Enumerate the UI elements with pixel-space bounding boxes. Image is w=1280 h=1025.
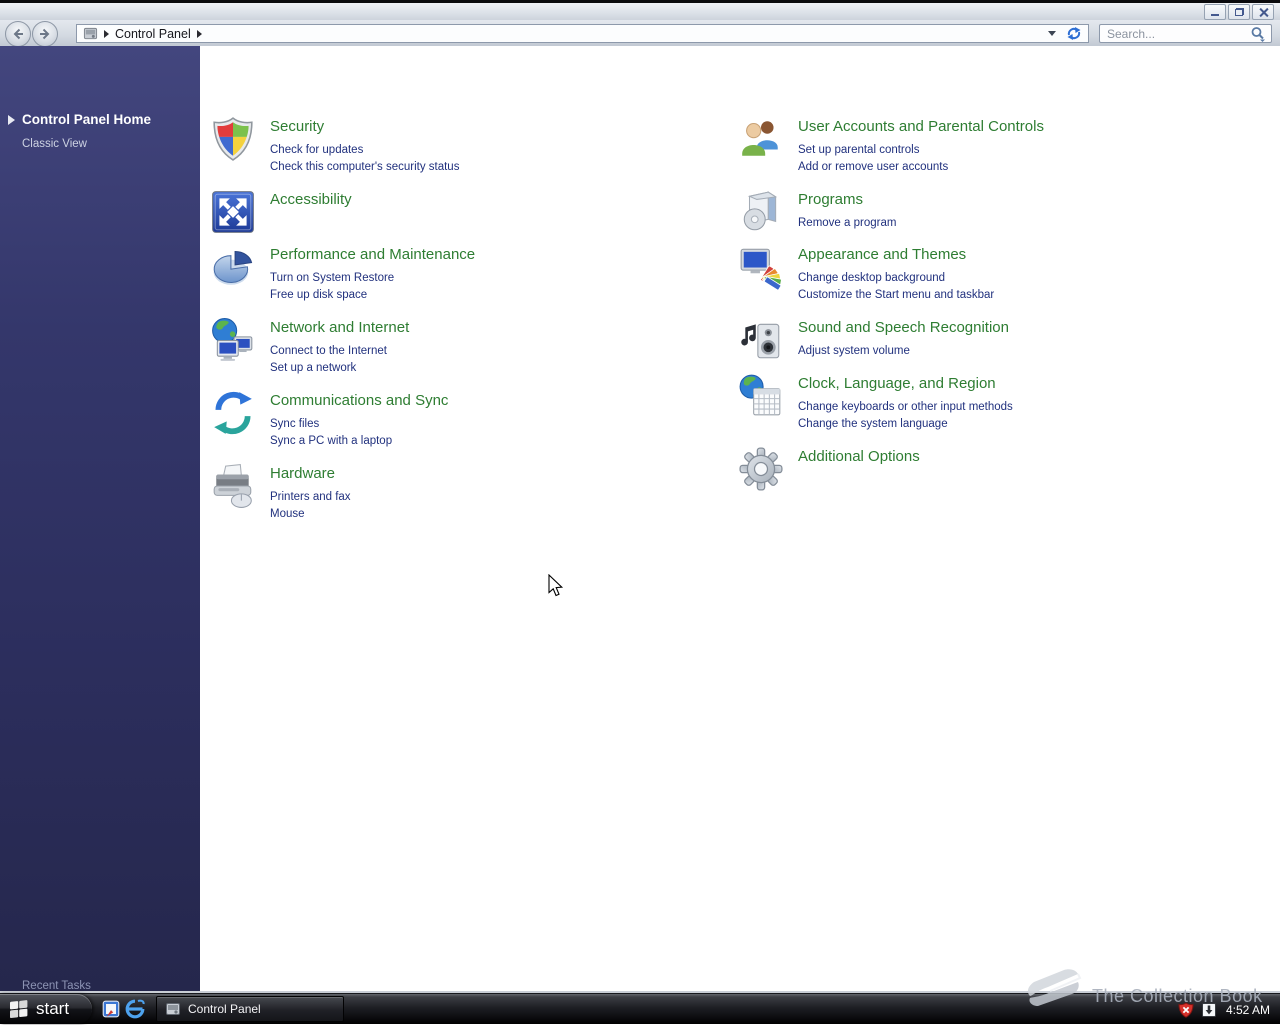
quick-launch-app-icon[interactable]: [101, 999, 121, 1019]
category-task-link[interactable]: Change keyboards or other input methods: [798, 399, 1013, 416]
category-title-link[interactable]: Security: [270, 118, 459, 136]
search-box[interactable]: [1099, 24, 1272, 43]
internet-explorer-icon[interactable]: [125, 999, 145, 1019]
category-accessibility: Accessibility: [210, 189, 352, 235]
restore-icon: [1235, 8, 1244, 16]
category-title-link[interactable]: Accessibility: [270, 191, 352, 209]
sync-arrows-icon[interactable]: [210, 390, 256, 436]
category-performance: Performance and Maintenance Turn on Syst…: [210, 244, 475, 304]
category-task-link[interactable]: Customize the Start menu and taskbar: [798, 287, 994, 304]
arrow-right-icon: [38, 27, 52, 41]
category-appearance: Appearance and Themes Change desktop bac…: [738, 244, 994, 304]
category-title-link[interactable]: Hardware: [270, 465, 351, 483]
search-input[interactable]: [1105, 26, 1250, 42]
taskbar-button-label: Control Panel: [188, 1002, 261, 1016]
content-area: Security Check for updates Check this co…: [200, 46, 1280, 991]
sidebar-item-classic-view[interactable]: Classic View: [22, 138, 87, 150]
gear-icon[interactable]: [738, 446, 784, 492]
category-title-link[interactable]: User Accounts and Parental Controls: [798, 118, 1044, 136]
programs-box-icon[interactable]: [738, 189, 784, 235]
category-title-link[interactable]: Performance and Maintenance: [270, 246, 475, 264]
taskbar-button-control-panel[interactable]: Control Panel: [156, 996, 344, 1022]
system-tray: 4:52 AM: [1178, 994, 1274, 1025]
titlebar[interactable]: [0, 3, 1280, 20]
chevron-right-icon[interactable]: [197, 30, 202, 38]
user-accounts-icon[interactable]: [738, 116, 784, 162]
category-title-link[interactable]: Sound and Speech Recognition: [798, 319, 1009, 337]
start-button[interactable]: start: [0, 994, 92, 1024]
window-controls: [1204, 4, 1274, 20]
watermark-book-icon: [1024, 968, 1090, 1012]
start-label: start: [36, 999, 69, 1019]
screen: Control Panel: [0, 0, 1280, 1024]
category-communications: Communications and Sync Sync files Sync …: [210, 390, 448, 450]
category-hardware: Hardware Printers and fax Mouse: [210, 463, 351, 523]
category-task-link[interactable]: Remove a program: [798, 215, 896, 232]
category-task-link[interactable]: Connect to the Internet: [270, 343, 409, 360]
category-title-link[interactable]: Programs: [798, 191, 896, 209]
category-sound: Sound and Speech Recognition Adjust syst…: [738, 317, 1009, 363]
category-additional-options: Additional Options: [738, 446, 920, 492]
restore-button[interactable]: [1228, 4, 1250, 20]
category-task-link[interactable]: Adjust system volume: [798, 343, 1009, 360]
clock-region-icon[interactable]: [738, 373, 784, 419]
close-button[interactable]: [1252, 4, 1274, 20]
category-task-link[interactable]: Change desktop background: [798, 270, 994, 287]
category-network: Network and Internet Connect to the Inte…: [210, 317, 409, 377]
accessibility-icon[interactable]: [210, 189, 256, 235]
category-task-link[interactable]: Set up a network: [270, 360, 409, 377]
sidebar-home-label: Control Panel Home: [22, 112, 151, 127]
sidebar-item-control-panel-home[interactable]: Control Panel Home: [8, 112, 151, 127]
category-user-accounts: User Accounts and Parental Controls Set …: [738, 116, 1044, 176]
category-task-link[interactable]: Change the system language: [798, 416, 1013, 433]
security-shield-icon[interactable]: [210, 116, 256, 162]
category-security: Security Check for updates Check this co…: [210, 116, 459, 176]
search-icon[interactable]: [1250, 26, 1266, 42]
navigation-bar: Control Panel: [0, 20, 1280, 47]
control-panel-small-icon: [83, 26, 98, 41]
category-title-link[interactable]: Network and Internet: [270, 319, 409, 337]
windows-update-download-icon[interactable]: [1201, 1002, 1217, 1018]
control-panel-small-icon: [165, 1001, 181, 1017]
minimize-button[interactable]: [1204, 4, 1226, 20]
category-task-link[interactable]: Add or remove user accounts: [798, 159, 1044, 176]
window-body: Control Panel Home Classic View Recent T…: [0, 46, 1280, 991]
appearance-monitor-icon[interactable]: [738, 244, 784, 290]
arrow-left-icon: [11, 27, 25, 41]
sound-speaker-icon[interactable]: [738, 317, 784, 363]
category-title-link[interactable]: Communications and Sync: [270, 392, 448, 410]
close-icon: [1259, 8, 1268, 17]
category-programs: Programs Remove a program: [738, 189, 896, 235]
category-clock-region: Clock, Language, and Region Change keybo…: [738, 373, 1013, 433]
refresh-icon[interactable]: [1066, 26, 1082, 41]
windows-flag-icon: [9, 999, 29, 1019]
network-globe-icon[interactable]: [210, 317, 256, 363]
address-dropdown-icon[interactable]: [1048, 31, 1056, 36]
category-title-link[interactable]: Additional Options: [798, 448, 920, 466]
control-panel-window: Control Panel: [0, 0, 1280, 993]
category-task-link[interactable]: Sync files: [270, 416, 448, 433]
category-title-link[interactable]: Clock, Language, and Region: [798, 375, 1013, 393]
clock[interactable]: 4:52 AM: [1224, 1003, 1274, 1017]
security-alert-shield-icon[interactable]: [1178, 1002, 1194, 1018]
category-task-link[interactable]: Check this computer's security status: [270, 159, 459, 176]
address-bar[interactable]: Control Panel: [76, 24, 1089, 43]
category-task-link[interactable]: Printers and fax: [270, 489, 351, 506]
breadcrumb-item[interactable]: Control Panel: [115, 27, 191, 41]
triangle-right-icon: [8, 115, 15, 125]
chevron-right-icon[interactable]: [104, 30, 109, 38]
category-task-link[interactable]: Set up parental controls: [798, 142, 1044, 159]
performance-pie-icon[interactable]: [210, 244, 256, 290]
category-task-link[interactable]: Mouse: [270, 506, 351, 523]
category-task-link[interactable]: Sync a PC with a laptop: [270, 433, 448, 450]
minimize-icon: [1211, 14, 1219, 16]
category-title-link[interactable]: Appearance and Themes: [798, 246, 994, 264]
printer-icon[interactable]: [210, 463, 256, 509]
back-button[interactable]: [5, 21, 31, 47]
sidebar: Control Panel Home Classic View Recent T…: [0, 46, 200, 991]
category-task-link[interactable]: Free up disk space: [270, 287, 475, 304]
forward-button[interactable]: [32, 21, 58, 47]
category-task-link[interactable]: Check for updates: [270, 142, 459, 159]
category-task-link[interactable]: Turn on System Restore: [270, 270, 475, 287]
